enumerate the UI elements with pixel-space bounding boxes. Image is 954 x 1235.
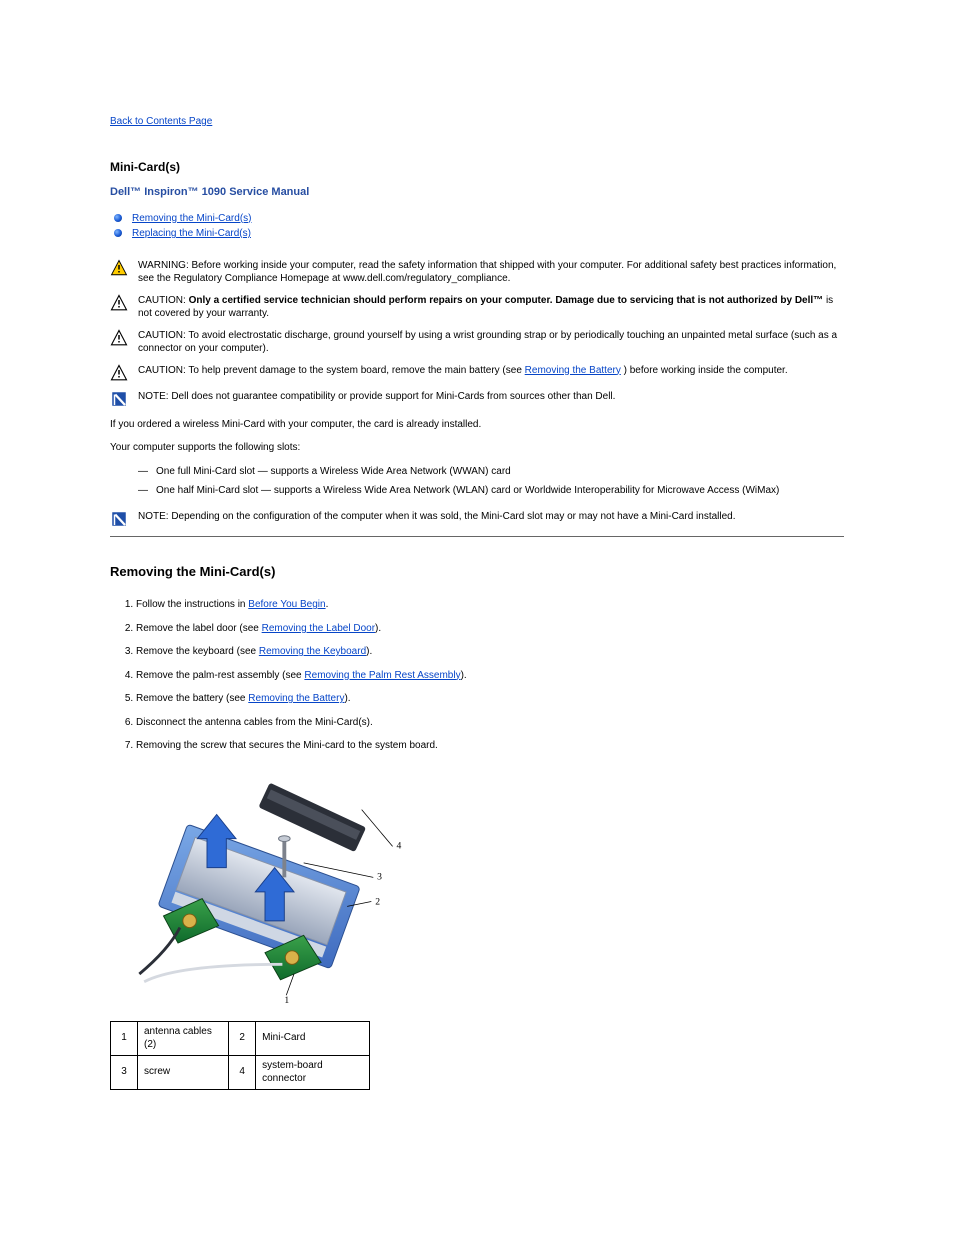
step-4-text-a: Remove the palm-rest assembly (see: [136, 670, 304, 681]
step-1-text-a: Follow the instructions in: [136, 599, 248, 610]
caution3-text-a: CAUTION: To help prevent damage to the s…: [138, 365, 525, 376]
step-5-text-a: Remove the battery (see: [136, 693, 248, 704]
removing-keyboard-link[interactable]: Removing the Keyboard: [259, 646, 366, 657]
warning-block: WARNING: Before working inside your comp…: [110, 259, 844, 286]
back-to-contents-link[interactable]: Back to Contents Page: [110, 116, 212, 127]
legend-cell: 1: [111, 1021, 138, 1055]
caution-icon: [110, 329, 138, 347]
note-icon: [110, 510, 138, 528]
step-1-text-b: .: [326, 599, 329, 610]
step-4: Remove the palm-rest assembly (see Remov…: [136, 669, 844, 683]
legend-cell: 3: [111, 1055, 138, 1089]
steps-list: Follow the instructions in Before You Be…: [110, 598, 844, 753]
toc-link-remove[interactable]: Removing the Mini-Card(s): [132, 213, 251, 224]
section-heading-remove: Removing the Mini-Card(s): [110, 563, 844, 581]
caution-icon: [110, 294, 138, 312]
step-7: Removing the screw that secures the Mini…: [136, 739, 844, 753]
note-block-1: NOTE: Dell does not guarantee compatibil…: [110, 390, 844, 408]
step-2-text-a: Remove the label door (see: [136, 623, 262, 634]
removing-palm-rest-link[interactable]: Removing the Palm Rest Assembly: [304, 670, 460, 681]
caution3-text-b: ) before working inside the computer.: [624, 365, 788, 376]
step-1: Follow the instructions in Before You Be…: [136, 598, 844, 612]
note-icon: [110, 390, 138, 408]
legend-cell: 4: [229, 1055, 256, 1089]
caution-block-3: CAUTION: To help prevent damage to the s…: [110, 364, 844, 382]
step-6: Disconnect the antenna cables from the M…: [136, 716, 844, 730]
toc-link-replace[interactable]: Replacing the Mini-Card(s): [132, 228, 251, 239]
warning-text: WARNING: Before working inside your comp…: [138, 259, 844, 286]
page-title: Mini-Card(s): [110, 159, 844, 175]
note-block-2: NOTE: Depending on the configuration of …: [110, 510, 844, 528]
removing-battery-link[interactable]: Removing the Battery: [525, 365, 621, 376]
step-4-text-b: ).: [461, 670, 467, 681]
legend-cell: 2: [229, 1021, 256, 1055]
caution2-text: CAUTION: To avoid electrostatic discharg…: [138, 329, 844, 356]
caution-icon: [110, 364, 138, 382]
slot-half: One half Mini-Card slot — supports a Wir…: [156, 485, 779, 496]
svg-text:2: 2: [375, 896, 380, 907]
legend-cell: antenna cables (2): [138, 1021, 229, 1055]
legend-cell: Mini-Card: [256, 1021, 370, 1055]
warning-icon: [110, 259, 138, 277]
legend-cell: screw: [138, 1055, 229, 1089]
removing-battery-link-2[interactable]: Removing the Battery: [248, 693, 344, 704]
svg-text:3: 3: [377, 871, 382, 882]
step-2: Remove the label door (see Removing the …: [136, 622, 844, 636]
toc-list: Removing the Mini-Card(s) Replacing the …: [110, 212, 844, 241]
step-2-text-b: ).: [375, 623, 381, 634]
supports-lead: Your computer supports the following slo…: [110, 441, 844, 455]
before-you-begin-link[interactable]: Before You Begin: [248, 599, 325, 610]
note2-text: NOTE: Depending on the configuration of …: [138, 510, 844, 524]
note1-text: NOTE: Dell does not guarantee compatibil…: [138, 390, 844, 404]
step-5: Remove the battery (see Removing the Bat…: [136, 692, 844, 706]
divider: [110, 536, 844, 537]
intro-text: If you ordered a wireless Mini-Card with…: [110, 418, 844, 432]
svg-text:4: 4: [396, 840, 401, 851]
caution1-bold: Only a certified service technician shou…: [189, 295, 824, 306]
mini-card-figure: 1 2 3 4: [120, 771, 844, 1003]
legend-cell: system-board connector: [256, 1055, 370, 1089]
svg-text:1: 1: [284, 995, 289, 1003]
removing-label-door-link[interactable]: Removing the Label Door: [262, 623, 375, 634]
step-3-text-b: ).: [366, 646, 372, 657]
caution-block-1: CAUTION: Only a certified service techni…: [110, 294, 844, 321]
step-3: Remove the keyboard (see Removing the Ke…: [136, 645, 844, 659]
step-3-text-a: Remove the keyboard (see: [136, 646, 259, 657]
slot-full: One full Mini-Card slot — supports a Wir…: [156, 466, 511, 477]
step-5-text-b: ).: [344, 693, 350, 704]
caution-block-2: CAUTION: To avoid electrostatic discharg…: [110, 329, 844, 356]
caution1-lead: CAUTION:: [138, 295, 189, 306]
legend-table: 1 antenna cables (2) 2 Mini-Card 3 screw…: [110, 1021, 370, 1090]
manual-title: Dell™ Inspiron™ 1090 Service Manual: [110, 185, 844, 200]
